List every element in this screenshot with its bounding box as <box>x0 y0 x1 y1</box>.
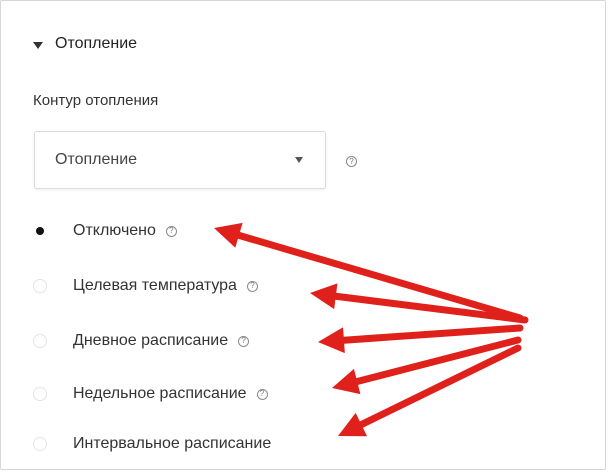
radio-option-off[interactable]: Отключено ? <box>33 219 177 243</box>
heating-circuit-select[interactable]: Отопление <box>34 131 326 189</box>
radio-button[interactable] <box>33 437 47 451</box>
radio-button[interactable] <box>33 334 47 348</box>
radio-label: Интервальное расписание <box>73 435 272 452</box>
radio-option-daily-schedule[interactable]: Дневное расписание ? <box>33 329 250 353</box>
radio-option-weekly-schedule[interactable]: Недельное расписание ? <box>33 382 268 406</box>
section-title: Отопление <box>55 35 138 52</box>
section-toggle-heating[interactable]: Отопление <box>33 35 137 53</box>
help-icon[interactable]: ? <box>246 280 258 292</box>
radio-label: Дневное расписание <box>73 332 229 349</box>
select-value: Отопление <box>55 151 138 168</box>
heating-circuit-label: Контур отопления <box>33 92 159 109</box>
radio-button[interactable] <box>33 279 47 293</box>
radio-button[interactable] <box>33 224 47 238</box>
help-icon[interactable]: ? <box>165 225 177 237</box>
help-icon[interactable]: ? <box>346 156 357 167</box>
caret-down-icon <box>33 41 43 49</box>
dropdown-arrow-icon <box>295 157 303 163</box>
radio-label: Целевая температура <box>73 277 237 294</box>
radio-label: Недельное расписание <box>73 385 247 402</box>
help-icon[interactable]: ? <box>238 335 250 347</box>
radio-label: Отключено <box>73 222 156 239</box>
help-icon[interactable]: ? <box>256 388 268 400</box>
settings-panel: Отопление Контур отопления Отопление ? О… <box>0 0 606 470</box>
radio-option-interval-schedule[interactable]: Интервальное расписание <box>33 432 271 456</box>
radio-option-target-temperature[interactable]: Целевая температура ? <box>33 274 258 298</box>
radio-button[interactable] <box>33 387 47 401</box>
